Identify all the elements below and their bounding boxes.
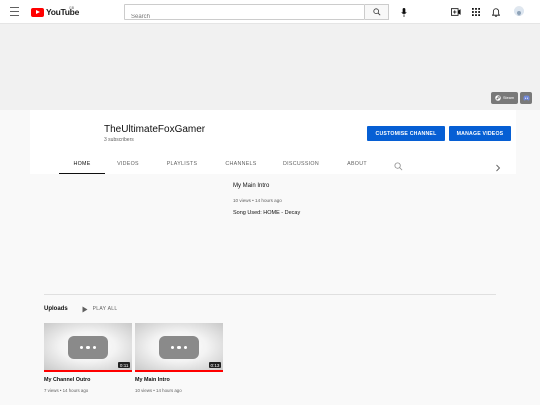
discord-icon [522,95,530,101]
channel-name: TheUltimateFoxGamer [104,124,206,135]
customise-channel-button[interactable]: CUSTOMISE CHANNEL [367,126,445,141]
tab-discussion[interactable]: DISCUSSION [276,154,326,174]
tab-about[interactable]: ABOUT [338,154,376,174]
tab-playlists[interactable]: PLAYLISTS [158,154,206,174]
manage-videos-button[interactable]: MANAGE VIDEOS [449,126,511,141]
banner-links: Steam [491,92,532,104]
search-input[interactable] [125,10,364,24]
create-video-icon[interactable] [450,6,462,18]
bell-icon[interactable] [490,6,502,18]
thumbnail-placeholder-icon [159,336,199,359]
video-title[interactable]: My Main Intro [135,377,223,383]
menu-icon[interactable] [10,7,19,16]
region-label: GB [69,6,75,10]
channel-banner: Steam [0,24,540,110]
avatar[interactable] [514,6,524,16]
channel-search-icon[interactable] [394,158,404,171]
featured-video-description: Song Used: HOME - Decay [233,210,301,216]
video-thumbnail[interactable]: 0:13 [135,323,223,372]
video-card[interactable]: 0:13 My Main Intro 10 views • 14 hours a… [135,323,223,393]
section-divider [44,294,496,295]
youtube-logo[interactable]: YouTube GB [31,6,79,17]
tab-channels[interactable]: CHANNELS [216,154,266,174]
play-all-label: PLAY ALL [92,306,118,312]
thumbnail-placeholder-icon [68,336,108,359]
video-duration: 0:11 [118,362,130,368]
video-card[interactable]: 0:11 My Channel Outro 7 views • 14 hours… [44,323,132,393]
steam-icon [495,95,501,101]
search-box [124,4,365,24]
top-bar: YouTube GB [0,0,540,24]
voice-search-button[interactable] [396,4,412,20]
steam-link-label: Steam [503,96,514,100]
featured-video: My Main Intro 10 views • 14 hours ago So… [233,183,433,216]
apps-icon[interactable] [470,6,482,18]
chevron-right-icon[interactable] [495,159,503,172]
uploads-title[interactable]: Uploads [44,306,68,312]
video-meta: 10 views • 14 hours ago [135,388,182,393]
discord-link[interactable] [520,92,532,104]
play-icon [82,306,88,312]
featured-video-meta: 10 views • 14 hours ago [233,198,282,203]
video-duration: 0:13 [209,362,221,368]
steam-link[interactable]: Steam [491,92,518,104]
video-title[interactable]: My Channel Outro [44,377,132,383]
mic-icon [401,7,407,17]
uploads-header: Uploads PLAY ALL [44,305,117,313]
youtube-play-icon [31,7,44,17]
tab-videos[interactable]: VIDEOS [108,154,148,174]
featured-video-title[interactable]: My Main Intro [233,183,433,189]
subscriber-count: 3 subscribers [104,137,134,143]
video-thumbnail[interactable]: 0:11 [44,323,132,372]
search-button[interactable] [365,4,389,20]
search-icon [372,8,380,16]
tab-home[interactable]: HOME [59,154,105,174]
play-all-button[interactable]: PLAY ALL [82,306,118,313]
video-meta: 7 views • 14 hours ago [44,388,89,393]
channel-tabs: HOME VIDEOS PLAYLISTS CHANNELS DISCUSSIO… [30,154,516,174]
